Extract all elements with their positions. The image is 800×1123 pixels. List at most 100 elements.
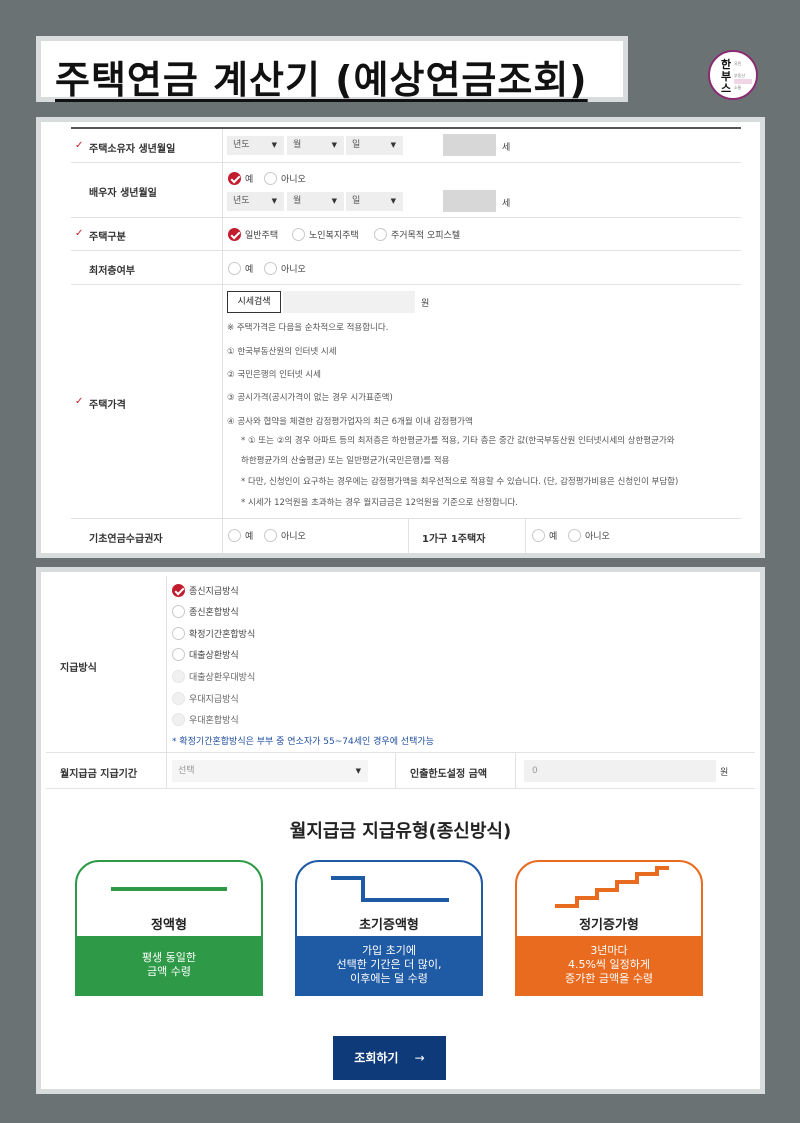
chevron-down-icon: ▼ — [271, 141, 277, 149]
payment-option-radio-4[interactable] — [172, 648, 185, 661]
step-down-icon — [331, 876, 449, 902]
payment-option-radio-5[interactable] — [172, 670, 185, 683]
owner-age-output — [443, 134, 496, 156]
inquiry-button-label: 조회하기 — [354, 1051, 399, 1065]
card-periodic-line-1: 3년마다 — [590, 944, 628, 957]
spouse-age-unit: 세 — [502, 199, 511, 209]
one-house-no-radio[interactable] — [568, 529, 581, 542]
basic-pension-no-radio[interactable] — [264, 529, 277, 542]
row-house-type: ✓ 주택구분 일반주택 노인복지주택 주거목적 오피스텔 — [71, 218, 741, 251]
payment-option-label-6: 우대지급방식 — [189, 695, 239, 705]
payment-period-label: 월지급금 지급기간 — [60, 769, 138, 780]
logo-sub-3: 소통 — [734, 85, 742, 90]
spouse-yes-label: 예 — [245, 175, 254, 185]
withdraw-limit-input[interactable]: 0 — [524, 760, 716, 782]
card-periodic-increase: 정기증가형 3년마다 4.5%씩 일정하게 증가한 금액을 수령 — [515, 860, 703, 996]
lowfloor-yes-radio[interactable] — [228, 262, 241, 275]
price-note-2: * 다만, 신청인이 요구하는 경우에는 감정평가액을 최우선적으로 적용할 수… — [241, 477, 679, 487]
basic-pension-no-label: 아니오 — [281, 532, 306, 542]
payment-option-radio-3[interactable] — [172, 627, 185, 640]
house-general-radio[interactable] — [228, 228, 241, 241]
card-periodic-line-2: 4.5%씩 일정하게 — [567, 958, 651, 971]
inquiry-button[interactable]: 조회하기 → — [333, 1036, 446, 1080]
price-note-1b: 하한평균가의 산술평균) 또는 일반평균가(국민은행)를 적용 — [241, 456, 450, 466]
spouse-yes-radio[interactable] — [228, 172, 241, 185]
chevron-down-icon: ▼ — [355, 767, 361, 775]
one-house-yes-label: 예 — [549, 532, 558, 542]
house-general-label: 일반주택 — [245, 231, 279, 241]
house-type-label: 주택구분 — [89, 232, 126, 243]
card-fixed-title: 정액형 — [151, 918, 187, 933]
logo-char-2: 부 — [721, 70, 732, 83]
spouse-no-label: 아니오 — [281, 175, 306, 185]
birth-month-select[interactable]: 월 ▼ — [287, 136, 344, 155]
payment-option-label-4: 대출상환방식 — [189, 651, 239, 661]
label-cell: 기초연금수급권자 — [71, 519, 223, 553]
cell-divider — [515, 753, 516, 789]
title-box: 주택연금 계산기 (예상연금조회) — [36, 36, 628, 102]
spouse-no-radio[interactable] — [264, 172, 277, 185]
page-title: 주택연금 계산기 (예상연금조회) — [55, 58, 588, 102]
payment-option-radio-6[interactable] — [172, 692, 185, 705]
card-early-title: 초기증액형 — [359, 918, 419, 933]
withdraw-limit-unit: 원 — [720, 768, 729, 778]
one-house-yes-radio[interactable] — [532, 529, 545, 542]
payment-period-select[interactable]: 선택 ▼ — [172, 760, 368, 782]
payment-option-label-2: 종신혼합방식 — [189, 608, 239, 618]
logo-bar — [734, 79, 752, 84]
cell-divider — [395, 753, 396, 789]
payment-type-title: 월지급금 지급유형(종신방식) — [289, 821, 512, 842]
card-periodic-body: 3년마다 4.5%씩 일정하게 증가한 금액을 수령 — [517, 936, 701, 994]
logo-char-1: 한 — [721, 58, 732, 71]
payment-method-label: 지급방식 — [60, 663, 97, 674]
payment-option-label-1: 종신지급방식 — [189, 587, 239, 597]
spouse-month-select[interactable]: 월 ▼ — [287, 192, 344, 211]
card-fixed-line-2: 금액 수령 — [147, 965, 191, 978]
payment-option-radio-2[interactable] — [172, 605, 185, 618]
price-search-button[interactable]: 시세검색 — [227, 291, 281, 313]
house-price-label: 주택가격 — [89, 400, 126, 411]
spouse-year-select[interactable]: 년도 ▼ — [227, 192, 284, 211]
house-officetel-radio[interactable] — [374, 228, 387, 241]
price-note-intro: ※ 주택가격은 다음을 순차적으로 적용합니다. — [227, 323, 389, 333]
price-item-4: ④ 공사와 협약을 체결한 감정평가업자의 최근 6개월 이내 감정평가액 — [227, 417, 473, 427]
label-cell: ✓ 주택소유자 생년월일 — [71, 129, 223, 162]
logo-char-3: 스 — [721, 82, 732, 95]
basic-pension-yes-radio[interactable] — [228, 529, 241, 542]
spouse-day-select[interactable]: 일 ▼ — [346, 192, 403, 211]
payment-option-radio-7[interactable] — [172, 713, 185, 726]
lowfloor-yes-label: 예 — [245, 265, 254, 275]
birth-day-select[interactable]: 일 ▼ — [346, 136, 403, 155]
card-early-increase: 초기증액형 가입 초기에 선택한 기간은 더 많이, 이후에는 덜 수령 — [295, 860, 483, 996]
label-cell: ✓ 주택가격 — [71, 285, 223, 518]
payment-method-note: * 확정기간혼합방식은 부부 중 연소자가 55~74세인 경우에 선택가능 — [172, 737, 434, 747]
input-panel: ✓ 주택소유자 생년월일 년도 ▼ 월 ▼ 일 ▼ 세 배우자 생년월일 예 아니오 … — [36, 117, 765, 558]
card-early-line-2: 선택한 기간은 더 많이, — [336, 958, 442, 971]
payment-period-value: 선택 — [178, 766, 195, 776]
house-officetel-label: 주거목적 오피스텔 — [391, 231, 461, 241]
chevron-down-icon: ▼ — [390, 197, 396, 205]
row-house-price: ✓ 주택가격 시세검색 원 ※ 주택가격은 다음을 순차적으로 적용합니다. ①… — [71, 285, 741, 519]
required-check-icon: ✓ — [75, 140, 84, 151]
house-price-input[interactable] — [283, 291, 415, 313]
label-cell: 최저층여부 — [71, 251, 223, 284]
price-item-2: ② 국민은행의 인터넷 시세 — [227, 370, 321, 380]
lowfloor-no-radio[interactable] — [264, 262, 277, 275]
card-early-line-1: 가입 초기에 — [361, 944, 417, 957]
price-item-3: ③ 공시가격(공시가격이 없는 경우 시가표준액) — [227, 393, 393, 403]
price-note-3: * 시세가 12억원을 초과하는 경우 월지급금은 12억원을 기준으로 산정합… — [241, 498, 518, 508]
house-senior-radio[interactable] — [292, 228, 305, 241]
required-check-icon: ✓ — [75, 396, 84, 407]
cell-divider — [525, 519, 526, 553]
withdraw-limit-label: 인출한도설정 금액 — [410, 769, 488, 780]
label-cell: ✓ 주택구분 — [71, 218, 223, 250]
price-note-1a: * ① 또는 ②의 경우 아파트 등의 최저층은 하한평균가를 적용, 기타 층… — [241, 436, 675, 446]
spouse-age-output — [443, 190, 496, 212]
row-owner-birth: ✓ 주택소유자 생년월일 년도 ▼ 월 ▼ 일 ▼ 세 — [71, 129, 741, 163]
one-house-label: 1가구 1주택자 — [422, 534, 486, 545]
card-periodic-line-3: 증가한 금액을 수령 — [565, 972, 653, 985]
payment-option-radio-1[interactable] — [172, 584, 185, 597]
result-panel: 지급방식 종신지급방식 종신혼합방식 확정기간혼합방식 대출상환방식 대출상환우… — [36, 567, 765, 1094]
birth-year-select[interactable]: 년도 ▼ — [227, 136, 284, 155]
chevron-down-icon: ▼ — [271, 197, 277, 205]
